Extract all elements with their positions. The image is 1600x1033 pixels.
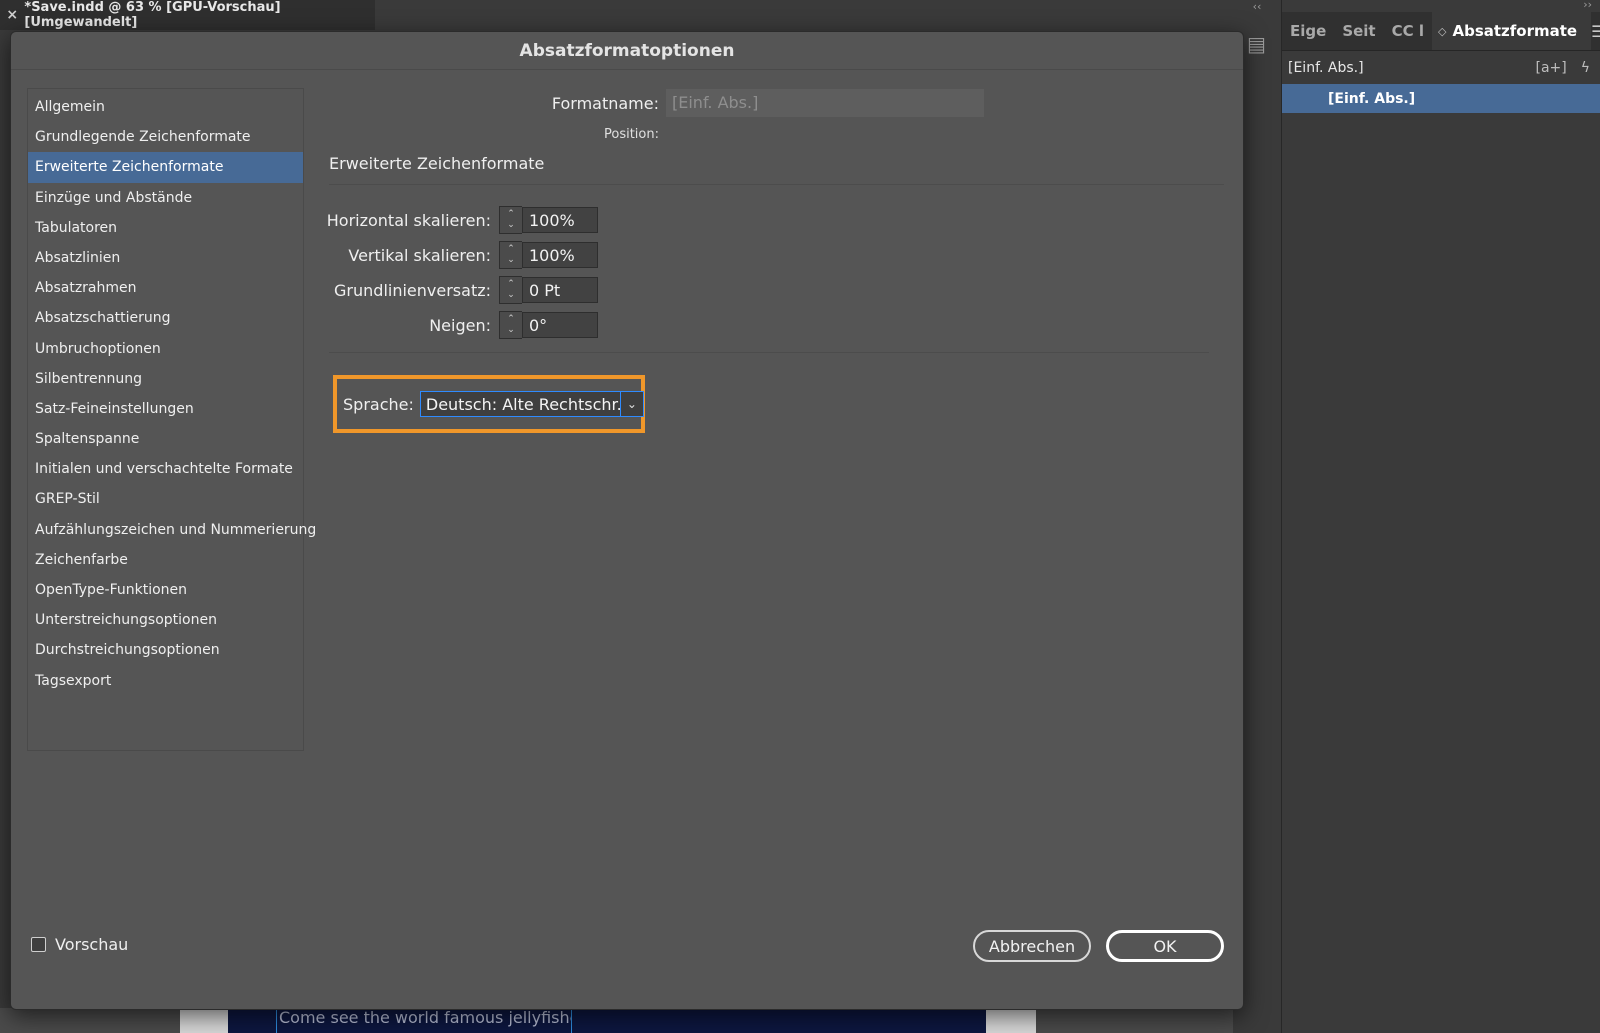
horizontal-scale-row: Horizontal skalieren: ⌃ ⌄ 100% [326,206,598,234]
paragraph-style-options-dialog: Absatzformatoptionen Allgemein Grundlege… [10,31,1244,1010]
baseline-shift-stepper[interactable]: ⌃ ⌄ [499,276,522,304]
panel-tabs: Eige Seit CC l ◇ Absatzformate ☰ [1282,12,1600,51]
category-item[interactable]: Allgemein [28,92,303,122]
category-item-selected[interactable]: Erweiterte Zeichenformate [28,152,303,183]
horizontal-scale-label: Horizontal skalieren: [326,210,491,230]
new-style-icon[interactable]: [a+] [1536,60,1567,76]
category-item[interactable]: Einzüge und Abstände [28,183,303,213]
panel-menu-icon[interactable]: ☰ [1591,22,1600,41]
ok-button[interactable]: OK [1106,930,1224,962]
preview-checkbox[interactable] [31,937,46,952]
category-item[interactable]: Zeichenfarbe [28,545,303,575]
close-icon[interactable]: × [0,7,24,23]
category-item[interactable]: Aufzählungszeichen und Nummerierung [28,515,316,545]
chevron-down-icon[interactable]: ⌄ [619,392,643,416]
category-item[interactable]: Silbentrennung [28,364,303,394]
style-list-item-selected[interactable]: [Einf. Abs.] [1282,84,1600,113]
horizontal-scale-input[interactable]: 100% [522,207,598,233]
expand-panels-icon[interactable]: ›› [1583,0,1592,11]
tab-bar [375,0,1233,30]
skew-row: Neigen: ⌃ ⌄ 0° [326,311,598,339]
quick-apply-icon[interactable]: ϟ [1581,60,1590,76]
tab-paragraph-styles-label: Absatzformate [1452,22,1578,40]
language-value: Deutsch: Alte Rechtschr... [425,394,620,414]
tab-arrows-icon: ◇ [1438,24,1447,38]
preview-toggle[interactable]: Vorschau [31,935,128,954]
paragraph-styles-panel: ›› Eige Seit CC l ◇ Absatzformate ☰ [Ein… [1282,0,1600,1033]
category-item[interactable]: Tabulatoren [28,213,303,243]
tab-properties[interactable]: Eige [1282,22,1334,40]
fields-divider [329,352,1209,353]
vertical-scale-row: Vertikal skalieren: ⌃ ⌄ 100% [326,241,598,269]
cancel-button[interactable]: Abbrechen [973,930,1091,962]
category-item[interactable]: Absatzlinien [28,243,303,273]
category-item[interactable]: Absatzrahmen [28,273,303,303]
skew-label: Neigen: [429,315,491,335]
category-item[interactable]: Tagsexport [28,666,303,696]
category-item[interactable]: Umbruchoptionen [28,334,303,364]
category-list: Allgemein Grundlegende Zeichenformate Er… [27,88,316,751]
language-select[interactable]: Deutsch: Alte Rechtschr... ⌄ [419,391,644,417]
baseline-shift-input[interactable]: 0 Pt [522,277,598,303]
category-item[interactable]: Absatzschattierung [28,303,303,333]
document-title: *Save.indd @ 63 % [GPU-Vorschau] [Umgewa… [24,0,281,30]
collapse-panels-icon[interactable]: ‹‹ [1233,0,1281,13]
vertical-scale-label: Vertikal skalieren: [348,245,491,265]
horizontal-scale-stepper[interactable]: ⌃ ⌄ [499,206,522,234]
tab-paragraph-styles[interactable]: ◇ Absatzformate [1432,12,1592,50]
section-title: Erweiterte Zeichenformate [329,154,545,173]
section-divider [329,184,1224,185]
category-item[interactable]: GREP-Stil [28,484,303,514]
language-highlight: Sprache: Deutsch: Alte Rechtschr... ⌄ [333,375,645,433]
document-tab[interactable]: × *Save.indd @ 63 % [GPU-Vorschau] [Umge… [0,0,376,30]
tab-pages[interactable]: Seit [1334,22,1383,40]
dialog-title: Absatzformatoptionen [11,32,1243,70]
preview-label: Vorschau [55,935,129,954]
caption-text-frame[interactable]: Come see the world famous jellyfishes [276,1008,572,1033]
category-item[interactable]: Durchstreichungsoptionen [28,635,303,665]
formatname-label: Formatname: [551,94,659,113]
category-item[interactable]: Initialen und verschachtelte Formate [28,454,303,484]
skew-input[interactable]: 0° [522,312,598,338]
category-item[interactable]: Unterstreichungsoptionen [28,605,303,635]
baseline-shift-row: Grundlinienversatz: ⌃ ⌄ 0 Pt [326,276,598,304]
tab-cc-libraries[interactable]: CC l [1384,22,1432,40]
skew-stepper[interactable]: ⌃ ⌄ [499,311,522,339]
vertical-scale-input[interactable]: 100% [522,242,598,268]
category-item[interactable]: Satz-Feineinstellungen [28,394,303,424]
style-list-item-label: [Einf. Abs.] [1328,90,1416,107]
pages-panel-icon[interactable]: ▤ [1247,32,1266,56]
caption-text: Come see the world famous jellyfishes [279,1008,572,1027]
style-group-row: [Einf. Abs.] [a+] ϟ [1282,51,1600,84]
position-label: Position: [604,127,659,142]
formatname-field: [Einf. Abs.] [666,89,984,117]
vertical-scale-stepper[interactable]: ⌃ ⌄ [499,241,522,269]
category-item[interactable]: Spaltenspanne [28,424,303,454]
language-label: Sprache: [343,394,414,414]
category-item[interactable]: OpenType-Funktionen [28,575,303,605]
style-group-label: [Einf. Abs.] [1288,59,1364,76]
baseline-shift-label: Grundlinienversatz: [334,280,491,300]
category-item[interactable]: Grundlegende Zeichenformate [28,122,303,152]
